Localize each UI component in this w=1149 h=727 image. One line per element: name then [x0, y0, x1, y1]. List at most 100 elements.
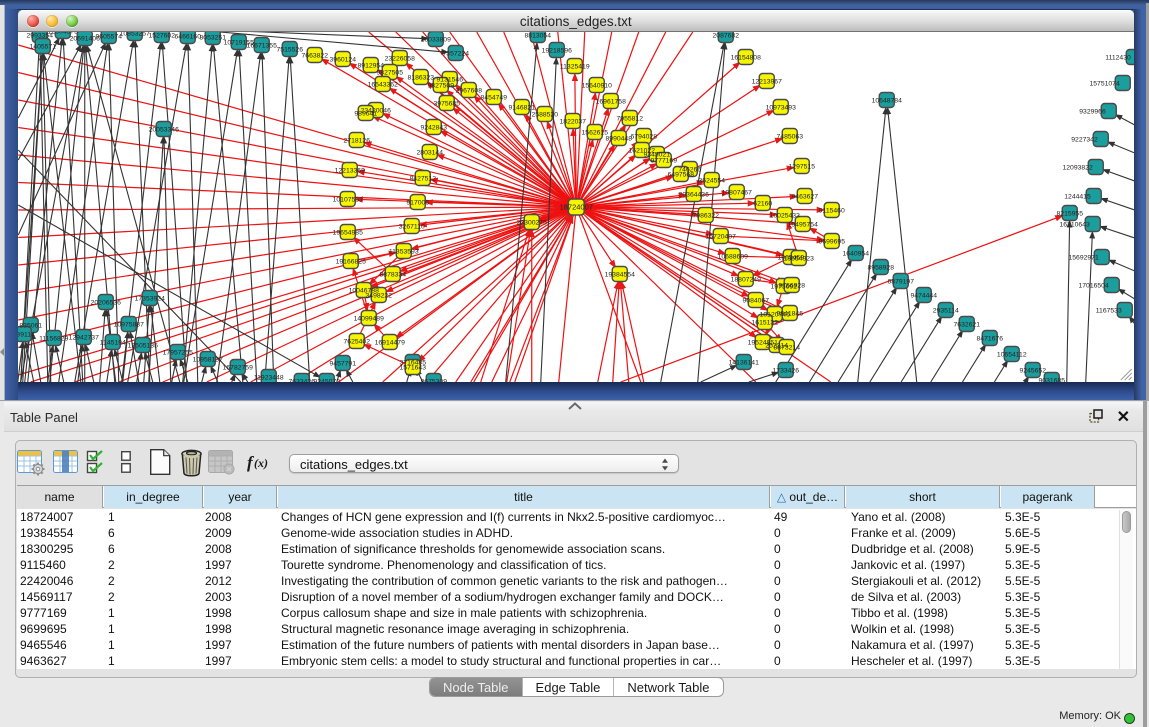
svg-text:939114: 939114: [18, 331, 35, 338]
svg-text:2935114: 2935114: [932, 307, 958, 314]
svg-text:917006: 917006: [406, 199, 429, 206]
svg-text:9841846: 9841846: [776, 310, 803, 317]
svg-text:2967608: 2967608: [455, 87, 482, 94]
svg-text:9756928: 9756928: [778, 282, 805, 289]
svg-text:15640910: 15640910: [581, 82, 611, 89]
svg-text:10853257: 10853257: [119, 32, 149, 37]
svg-text:9329966: 9329966: [1079, 108, 1106, 115]
svg-text:2087682: 2087682: [712, 32, 739, 39]
svg-text:10648784: 10648784: [871, 97, 901, 104]
svg-text:16210643: 16210643: [1059, 221, 1089, 228]
svg-text:10958137: 10958137: [192, 356, 222, 363]
svg-text:2718126: 2718126: [343, 137, 370, 144]
svg-text:20053346: 20053346: [148, 126, 178, 133]
svg-text:8990448: 8990448: [605, 135, 632, 142]
svg-text:10975887: 10975887: [113, 321, 143, 328]
svg-text:1615132: 1615132: [751, 319, 778, 326]
svg-text:8675309: 8675309: [420, 378, 447, 382]
svg-text:19654985: 19654985: [332, 229, 362, 236]
svg-text:8053251: 8053251: [199, 34, 226, 41]
svg-text:19495754: 19495754: [787, 221, 817, 228]
svg-text:15692971: 15692971: [1068, 254, 1098, 261]
svg-text:8471676: 8471676: [976, 335, 1003, 342]
svg-text:989641: 989641: [354, 110, 377, 117]
svg-text:8427512: 8427512: [409, 175, 436, 182]
svg-text:3624554: 3624554: [698, 177, 725, 184]
svg-text:1733426: 1733426: [772, 367, 799, 374]
svg-text:12505135: 12505135: [127, 342, 157, 349]
svg-text:7663822: 7663822: [301, 52, 328, 59]
svg-text:9146821: 9146821: [508, 104, 535, 111]
svg-text:9827509: 9827509: [427, 82, 454, 89]
svg-text:7632621: 7632621: [953, 321, 980, 328]
svg-text:7625402: 7625402: [343, 338, 370, 345]
svg-text:10807467: 10807467: [721, 189, 751, 196]
svg-text:14136141: 14136141: [728, 359, 758, 366]
svg-text:23226058: 23226058: [384, 55, 414, 62]
svg-text:8878334: 8878334: [379, 271, 406, 278]
svg-text:1112430: 1112430: [1105, 54, 1131, 61]
svg-text:12942737: 12942737: [68, 334, 98, 341]
svg-text:9827505: 9827505: [376, 69, 403, 76]
svg-text:1167533: 1167533: [1095, 307, 1121, 314]
svg-text:8454749: 8454749: [480, 94, 507, 101]
svg-text:16914479: 16914479: [374, 339, 404, 346]
svg-text:9227342: 9227342: [1071, 136, 1098, 143]
svg-text:7955812: 7955812: [616, 115, 643, 122]
svg-text:9474444: 9474444: [910, 292, 937, 299]
svg-text:16154808: 16154808: [730, 54, 760, 61]
svg-text:16543362: 16543362: [367, 81, 397, 88]
svg-text:6879197: 6879197: [887, 278, 914, 285]
svg-text:15720407: 15720407: [705, 233, 735, 240]
svg-text:1562615: 1562615: [581, 129, 608, 136]
svg-text:9031685: 9031685: [1038, 377, 1065, 382]
svg-text:12093822: 12093822: [1062, 164, 1092, 171]
svg-text:16961758: 16961758: [595, 98, 625, 105]
svg-text:9115460: 9115460: [818, 207, 844, 214]
svg-text:1571643: 1571643: [399, 364, 426, 371]
svg-text:7515526: 7515526: [276, 46, 303, 53]
svg-text:8958928: 8958928: [867, 264, 894, 271]
svg-text:8912954: 8912954: [357, 62, 384, 69]
svg-text:19166825: 19166825: [335, 258, 365, 265]
svg-text:1405571: 1405571: [29, 43, 56, 50]
svg-text:9084067: 9084067: [742, 297, 769, 304]
svg-text:1244415: 1244415: [1064, 193, 1091, 200]
svg-text:8873214: 8873214: [773, 344, 800, 351]
svg-text:3267110: 3267110: [398, 223, 424, 230]
svg-text:11923448: 11923448: [253, 374, 283, 381]
svg-text:19218596: 19218596: [541, 47, 571, 54]
svg-text:15751074: 15751074: [1089, 80, 1119, 87]
svg-text:7485063: 7485063: [776, 133, 803, 140]
svg-text:8813054: 8813054: [524, 32, 551, 39]
svg-text:(x): (x): [254, 456, 268, 470]
svg-text:12213967: 12213967: [751, 78, 781, 85]
svg-text:8186323: 8186323: [407, 74, 434, 81]
svg-text:1297515: 1297515: [788, 163, 815, 170]
svg-text:19384554: 19384554: [604, 271, 634, 278]
svg-text:9245072: 9245072: [313, 378, 340, 382]
svg-text:18724007: 18724007: [559, 203, 592, 212]
svg-text:7986322: 7986322: [692, 212, 719, 219]
svg-text:6466160: 6466160: [174, 33, 201, 40]
svg-text:17353924: 17353924: [134, 295, 164, 302]
svg-text:1527602: 1527602: [148, 32, 175, 39]
svg-text:18807249: 18807249: [730, 276, 760, 283]
svg-text:6794028: 6794028: [630, 133, 657, 140]
svg-text:11353593: 11353593: [388, 248, 418, 255]
svg-text:14099489: 14099489: [353, 315, 383, 322]
svg-text:10654112: 10654112: [996, 351, 1026, 358]
svg-text:20206536: 20206536: [90, 299, 120, 306]
svg-text:7633426: 7633426: [288, 378, 315, 382]
svg-text:16033809: 16033809: [420, 36, 450, 43]
svg-text:11325419: 11325419: [559, 63, 589, 70]
svg-text:9699695: 9699695: [818, 238, 845, 245]
svg-text:9242843: 9242843: [420, 124, 447, 131]
svg-text:2588520: 2588520: [531, 111, 558, 118]
svg-text:3975685: 3975685: [433, 100, 460, 107]
svg-text:62160: 62160: [753, 200, 772, 207]
svg-text:9245652: 9245652: [1019, 367, 1046, 374]
svg-text:9463627: 9463627: [791, 193, 818, 200]
svg-text:1822037: 1822037: [559, 118, 586, 125]
svg-text:2803144: 2803144: [416, 149, 443, 156]
